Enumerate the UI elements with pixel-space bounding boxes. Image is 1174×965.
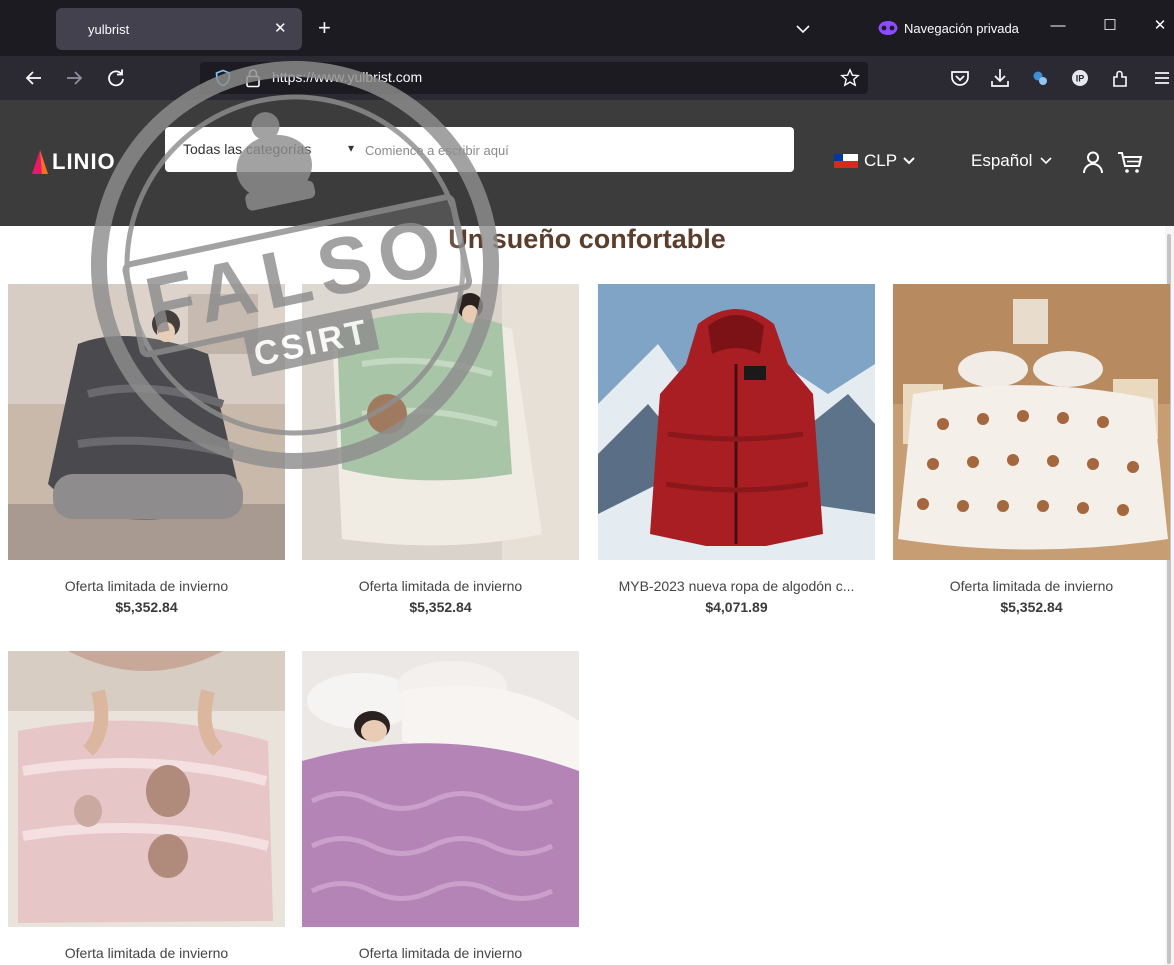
- product-price: $5,352.84: [409, 599, 472, 615]
- product-image[interactable]: [302, 651, 579, 927]
- product-name[interactable]: MYB-2023 nueva ropa de algodón c...: [598, 578, 875, 594]
- url-scheme: https://www.: [272, 69, 348, 85]
- search-category-select[interactable]: Todas las categorías: [183, 141, 311, 157]
- private-label: Navegación privada: [904, 20, 1019, 36]
- product-price: $5,352.84: [1000, 599, 1063, 615]
- product-image[interactable]: [893, 284, 1170, 560]
- chile-flag-icon: [834, 154, 858, 168]
- user-account-icon[interactable]: [1082, 150, 1104, 174]
- site-header: LINIO Todas las categorías ▾ CLP Español: [0, 100, 1174, 226]
- product-name[interactable]: Oferta limitada de invierno: [893, 578, 1170, 594]
- site-logo[interactable]: LINIO: [30, 144, 130, 180]
- product-name[interactable]: Oferta limitada de invierno: [8, 578, 285, 594]
- extension-puzzle-color-icon[interactable]: [1028, 66, 1052, 90]
- bear-comforter-photo: [893, 284, 1170, 560]
- tab-active[interactable]: yulbrist: [56, 8, 302, 50]
- browser-window: yulbrist ✕ + Navegación privada — ☐ ✕ ht…: [0, 0, 1174, 965]
- currency-selector[interactable]: CLP: [834, 151, 917, 171]
- product-name[interactable]: Oferta limitada de invierno: [8, 945, 285, 961]
- currency-chevron-down-icon: [903, 157, 915, 165]
- url-text[interactable]: https://www.yulbrist.com: [272, 69, 422, 85]
- product-name[interactable]: Oferta limitada de invierno: [302, 945, 579, 961]
- green-comforter-photo: [302, 284, 579, 560]
- section-title: Un sueño confortable: [448, 224, 726, 254]
- language-chevron-down-icon: [1040, 157, 1053, 165]
- gray-comforter-photo: [8, 284, 285, 560]
- forward-arrow-icon[interactable]: [62, 66, 86, 90]
- back-arrow-icon[interactable]: [22, 66, 46, 90]
- svg-text:IP: IP: [1076, 74, 1085, 84]
- logo-text: LINIO: [52, 149, 116, 174]
- currency-label: CLP: [864, 151, 898, 170]
- product-card[interactable]: MYB-2023 nueva ropa de algodón c... $4,0…: [598, 284, 875, 615]
- new-tab-button[interactable]: +: [318, 15, 331, 41]
- tracking-shield-icon[interactable]: [214, 69, 232, 87]
- product-card[interactable]: Oferta limitada de invierno: [302, 651, 579, 961]
- minimize-button[interactable]: —: [1046, 16, 1070, 36]
- logo-mark-icon: [32, 150, 48, 174]
- downloads-icon[interactable]: [988, 66, 1012, 90]
- product-image[interactable]: [302, 284, 579, 560]
- search-input[interactable]: [365, 139, 775, 161]
- url-host: yulbrist.com: [347, 69, 423, 85]
- product-image[interactable]: [8, 284, 285, 560]
- tab-title: yulbrist: [88, 21, 130, 37]
- extensions-icon[interactable]: [1108, 66, 1132, 90]
- product-image[interactable]: [8, 651, 285, 927]
- product-price: $5,352.84: [115, 599, 178, 615]
- private-browsing-indicator: Navegación privada: [878, 20, 1019, 36]
- url-bar[interactable]: https://www.yulbrist.com: [200, 62, 868, 94]
- bookmark-star-icon[interactable]: [840, 68, 860, 88]
- pocket-icon[interactable]: [948, 66, 972, 90]
- nav-bar: https://www.yulbrist.com IP: [0, 56, 1174, 100]
- product-name[interactable]: Oferta limitada de invierno: [302, 578, 579, 594]
- tab-list-chevron-icon[interactable]: [792, 18, 814, 40]
- product-card[interactable]: Oferta limitada de invierno $5,352.84: [302, 284, 579, 615]
- product-card[interactable]: Oferta limitada de invierno $5,352.84: [8, 284, 285, 615]
- product-price: $4,071.89: [705, 599, 768, 615]
- tab-close-icon[interactable]: ✕: [274, 19, 287, 39]
- product-card[interactable]: Oferta limitada de invierno $5,352.84: [893, 284, 1170, 615]
- language-label: Español: [971, 151, 1033, 170]
- app-menu-icon[interactable]: [1150, 66, 1174, 90]
- product-card[interactable]: Oferta limitada de invierno: [8, 651, 285, 961]
- reload-icon[interactable]: [104, 66, 128, 90]
- tab-bar: yulbrist ✕ + Navegación privada — ☐ ✕: [0, 0, 1174, 56]
- search-box: Todas las categorías ▾: [165, 127, 794, 172]
- private-mask-icon: [878, 21, 898, 35]
- product-image[interactable]: [598, 284, 875, 560]
- ip-extension-icon[interactable]: IP: [1068, 66, 1092, 90]
- maximize-button[interactable]: ☐: [1098, 16, 1122, 36]
- language-selector[interactable]: Español: [971, 151, 1054, 171]
- red-jacket-photo: [598, 284, 875, 560]
- lock-icon[interactable]: [244, 68, 262, 88]
- search-category-caret-icon[interactable]: ▾: [348, 141, 354, 155]
- purple-comforter-photo: [302, 651, 579, 927]
- shopping-cart-icon[interactable]: [1117, 150, 1143, 174]
- close-window-button[interactable]: ✕: [1148, 16, 1172, 36]
- pink-comforter-photo: [8, 651, 285, 927]
